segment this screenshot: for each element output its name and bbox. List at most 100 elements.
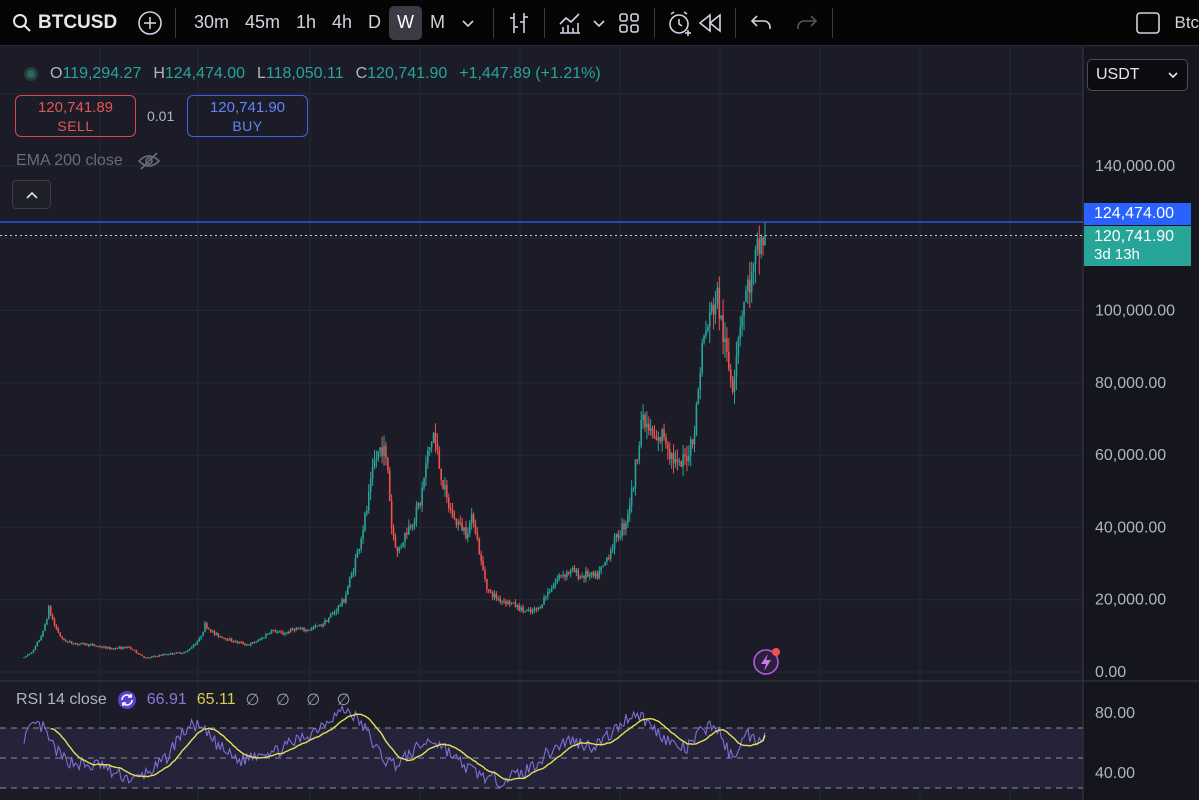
candle-body — [200, 635, 202, 639]
candle-body — [23, 657, 25, 659]
collapse-legend-button[interactable] — [12, 180, 51, 209]
candle-body — [61, 636, 63, 639]
candle-body — [80, 642, 82, 644]
candle-body — [187, 650, 189, 652]
sell-button[interactable]: 120,741.89 SELL — [15, 95, 136, 137]
price-chart[interactable]: 140,000.00 100,000.00 80,000.00 60,000.00 40… — [0, 47, 1199, 800]
candle-body — [110, 648, 113, 650]
chart-area[interactable]: 140,000.00 100,000.00 80,000.00 60,000.00 40… — [0, 47, 1199, 800]
rsi-legend[interactable]: RSI 14 close 66.91 65.11 ∅ ∅ ∅ ∅ — [16, 690, 357, 710]
candle-body — [743, 301, 745, 317]
ema-indicator-legend[interactable]: EMA 200 close — [16, 151, 161, 171]
change-value: +1,447.89 (+1.21%) — [459, 65, 601, 82]
candle-body — [642, 414, 644, 420]
candle-body — [741, 316, 743, 328]
interval-45m[interactable]: 45m — [237, 6, 288, 40]
candle-body — [93, 644, 96, 646]
eye-off-icon[interactable] — [137, 151, 161, 171]
interval-1h[interactable]: 1h — [288, 6, 324, 40]
candle-body — [655, 438, 658, 441]
symbol-search[interactable]: BTCUSD — [12, 12, 117, 34]
market-status-icon[interactable] — [24, 67, 38, 81]
candle-body — [392, 528, 395, 537]
candle-body — [748, 279, 751, 293]
undo-button[interactable] — [746, 6, 776, 40]
candle-body — [379, 447, 382, 451]
candle-body — [648, 423, 650, 431]
currency-select[interactable]: USDT — [1087, 59, 1188, 91]
candle-body — [286, 632, 288, 634]
fullscreen-button[interactable] — [1133, 6, 1163, 40]
interval-30m[interactable]: 30m — [186, 6, 237, 40]
candle-body — [554, 581, 557, 585]
candle-body — [668, 448, 671, 460]
candle-body — [634, 459, 637, 488]
candle-body — [154, 656, 157, 658]
candle-body — [97, 646, 100, 648]
interval-week[interactable]: W — [389, 5, 423, 40]
candle-body — [255, 641, 258, 643]
candle-body — [569, 569, 572, 574]
candle-body — [327, 617, 330, 622]
candle-body — [625, 523, 627, 530]
candle-body — [308, 629, 311, 631]
candle-body — [457, 522, 460, 525]
candle-body — [413, 521, 416, 526]
interval-day[interactable]: D — [360, 6, 389, 40]
candle-body — [579, 576, 582, 579]
candle-body — [329, 614, 332, 618]
candle-body — [708, 311, 711, 328]
order-quantity[interactable]: 0.01 — [147, 108, 174, 124]
candle-body — [735, 356, 738, 377]
candle-body — [242, 642, 244, 645]
candle-body — [99, 646, 101, 648]
candle-body — [564, 574, 566, 578]
interval-month[interactable]: M — [422, 6, 453, 40]
refresh-icon[interactable] — [117, 690, 137, 710]
buy-button[interactable]: 120,741.90 BUY — [187, 95, 308, 137]
candle-body — [411, 525, 414, 528]
candle-body — [531, 610, 534, 613]
candle-body — [47, 606, 50, 620]
add-compare-button[interactable] — [135, 6, 165, 40]
close-label: C — [355, 65, 368, 82]
candle-body — [501, 600, 503, 602]
candle-body — [364, 513, 366, 531]
candle-body — [486, 579, 488, 590]
candle-body — [28, 653, 31, 655]
candle-body — [689, 439, 692, 456]
candle-body — [188, 648, 191, 651]
candle-body — [82, 642, 84, 644]
candle-body — [53, 619, 56, 626]
interval-dropdown-button[interactable] — [453, 6, 483, 40]
candle-body — [179, 652, 182, 654]
candle-body — [592, 572, 595, 577]
candle-body — [729, 369, 732, 381]
candle-body — [219, 636, 222, 638]
candle-body — [613, 537, 616, 550]
candle-body — [171, 652, 174, 655]
candle-body — [451, 509, 454, 519]
candle-body — [545, 595, 547, 598]
templates-button[interactable] — [614, 6, 644, 40]
interval-4h[interactable]: 4h — [324, 6, 360, 40]
rsi-tick-label: 80.00 — [1095, 705, 1135, 722]
candle-body — [316, 625, 319, 627]
candle-body — [752, 263, 755, 272]
candle-body — [202, 631, 204, 636]
alert-button[interactable] — [665, 6, 695, 40]
candle-body — [571, 568, 574, 570]
candle-body — [101, 647, 103, 649]
candle-body — [474, 523, 477, 533]
indicators-button[interactable] — [555, 6, 585, 40]
bar-style-button[interactable] — [504, 6, 534, 40]
candle-body — [76, 643, 79, 645]
candle-body — [36, 641, 39, 647]
candle-body — [209, 629, 212, 632]
candle-body — [166, 654, 168, 656]
indicators-dropdown-button[interactable] — [585, 6, 615, 40]
replay-button[interactable] — [695, 6, 725, 40]
candle-body — [390, 500, 393, 529]
candle-body — [249, 643, 252, 646]
redo-button[interactable] — [792, 6, 822, 40]
